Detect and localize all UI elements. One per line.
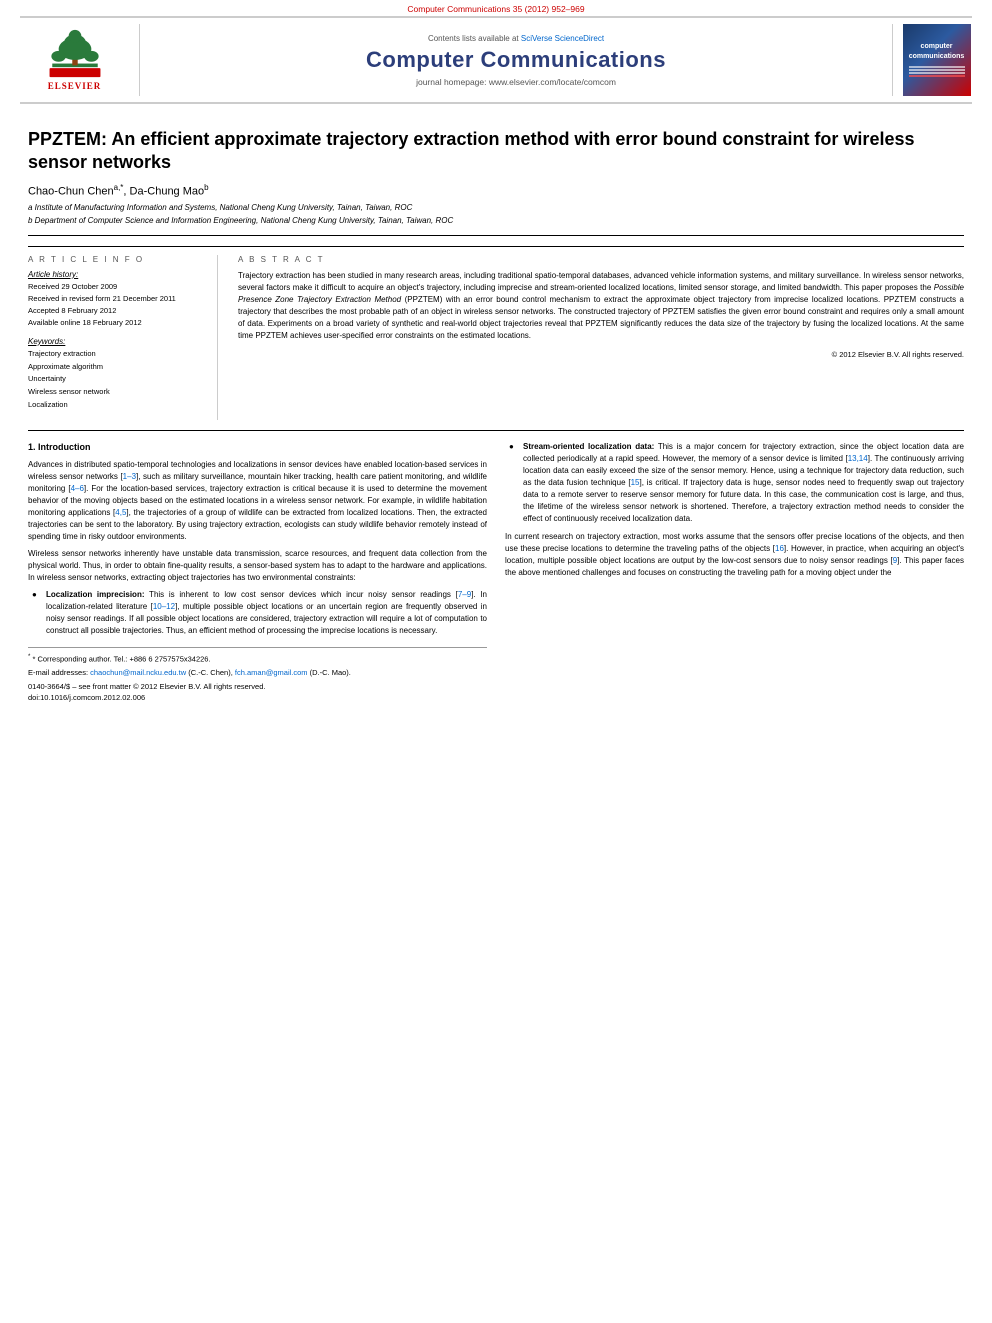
copyright-footer: 0140-3664/$ – see front matter © 2012 El… (28, 681, 487, 704)
footnote-star: * (28, 654, 30, 660)
intro-heading-text: 1. Introduction (28, 442, 91, 452)
journal-reference: Computer Communications 35 (2012) 952–96… (407, 4, 584, 14)
article-footer: * * Corresponding author. Tel.: +886 6 2… (28, 647, 487, 704)
bullet-dot-1: ● (32, 589, 46, 637)
email2[interactable]: fch.aman@gmail.com (235, 668, 308, 677)
elsevier-tree-icon (45, 29, 105, 79)
body-divider (28, 430, 964, 431)
article-meta-section: A R T I C L E I N F O Article history: R… (28, 246, 964, 420)
accepted-date: Accepted 8 February 2012 (28, 305, 207, 317)
abstract-label: A B S T R A C T (238, 255, 964, 264)
bullet-localization: ● Localization imprecision: This is inhe… (28, 589, 487, 637)
keyword-2: Approximate algorithm (28, 361, 207, 374)
email-label: E-mail addresses: (28, 668, 88, 677)
keyword-5: Localization (28, 399, 207, 412)
elsevier-logo: ELSEVIER (45, 29, 105, 91)
keywords-label: Keywords: (28, 337, 207, 346)
author2-sup: b (204, 183, 208, 192)
journal-title: Computer Communications (366, 47, 666, 73)
journal-header-center: Contents lists available at SciVerse Sci… (140, 24, 892, 96)
email-footnote: E-mail addresses: chaochun@mail.ncku.edu… (28, 667, 487, 678)
body-columns: 1. Introduction Advances in distributed … (28, 441, 964, 704)
article-info-column: A R T I C L E I N F O Article history: R… (28, 255, 218, 420)
intro-para1: Advances in distributed spatio-temporal … (28, 459, 487, 543)
email1-name: (C.-C. Chen), (186, 668, 233, 677)
sciverse-link[interactable]: SciVerse ScienceDirect (521, 34, 604, 43)
author2-name: , Da-Chung Mao (123, 185, 204, 197)
elsevier-logo-section: ELSEVIER (20, 24, 140, 96)
body-right-column: ● Stream-oriented localization data: Thi… (505, 441, 964, 704)
abstract-copyright: © 2012 Elsevier B.V. All rights reserved… (238, 350, 964, 359)
article-history: Article history: Received 29 October 200… (28, 270, 207, 329)
history-label: Article history: (28, 270, 207, 279)
keywords-section: Keywords: Trajectory extraction Approxim… (28, 337, 207, 412)
journal-cover: computercommunications (903, 24, 971, 96)
bullet-stream-content: Stream-oriented localization data: This … (523, 441, 964, 525)
affiliations: a Institute of Manufacturing Information… (28, 202, 964, 225)
intro-para3: In current research on trajectory extrac… (505, 531, 964, 579)
bullet-term-2: Stream-oriented localization data: (523, 442, 654, 451)
bullet-dot-2: ● (509, 441, 523, 525)
bullet-stream: ● Stream-oriented localization data: Thi… (505, 441, 964, 525)
affiliation-b: b Department of Computer Science and Inf… (28, 215, 964, 226)
elsevier-text: ELSEVIER (48, 81, 102, 91)
body-left-column: 1. Introduction Advances in distributed … (28, 441, 487, 704)
intro-heading: 1. Introduction (28, 441, 487, 455)
abstract-text: Trajectory extraction has been studied i… (238, 270, 964, 342)
article-main-title: PPZTEM: An efficient approximate traject… (28, 128, 964, 175)
sciverse-line: Contents lists available at SciVerse Sci… (428, 34, 604, 43)
bullet-term-1: Localization imprecision: (46, 590, 145, 599)
article-info-label: A R T I C L E I N F O (28, 255, 207, 264)
corresponding-footnote: * * Corresponding author. Tel.: +886 6 2… (28, 653, 487, 665)
intro-para2: Wireless sensor networks inherently have… (28, 548, 487, 584)
journal-cover-section: computercommunications (892, 24, 972, 96)
journal-homepage: journal homepage: www.elsevier.com/locat… (416, 77, 616, 87)
author1-name: Chao-Chun Chen (28, 185, 114, 197)
affiliation-a: a Institute of Manufacturing Information… (28, 202, 964, 213)
article-authors: Chao-Chun Chena,*, Da-Chung Maob (28, 183, 964, 198)
bullet-localization-content: Localization imprecision: This is inhere… (46, 589, 487, 637)
sciverse-prefix: Contents lists available at (428, 34, 519, 43)
cover-text: computercommunications (909, 42, 965, 60)
author1-sup: a,* (114, 183, 124, 192)
doi-text: doi:10.1016/j.comcom.2012.02.006 (28, 692, 487, 703)
copyright-footer-text: 0140-3664/$ – see front matter © 2012 El… (28, 681, 487, 692)
journal-header: ELSEVIER Contents lists available at Sci… (20, 16, 972, 104)
email2-name: (D.-C. Mao). (308, 668, 351, 677)
available-date: Available online 18 February 2012 (28, 317, 207, 329)
abstract-column: A B S T R A C T Trajectory extraction ha… (238, 255, 964, 420)
main-content: PPZTEM: An efficient approximate traject… (0, 104, 992, 714)
top-bar: Computer Communications 35 (2012) 952–96… (0, 0, 992, 16)
received-date2: Received in revised form 21 December 201… (28, 293, 207, 305)
article-title-section: PPZTEM: An efficient approximate traject… (28, 114, 964, 236)
email1[interactable]: chaochun@mail.ncku.edu.tw (90, 668, 186, 677)
cover-decorative-lines (907, 65, 967, 78)
received-date1: Received 29 October 2009 (28, 281, 207, 293)
keyword-4: Wireless sensor network (28, 386, 207, 399)
corresponding-text: * Corresponding author. Tel.: +886 6 275… (32, 655, 210, 664)
keyword-1: Trajectory extraction (28, 348, 207, 361)
keyword-3: Uncertainty (28, 373, 207, 386)
keywords-list: Trajectory extraction Approximate algori… (28, 348, 207, 412)
